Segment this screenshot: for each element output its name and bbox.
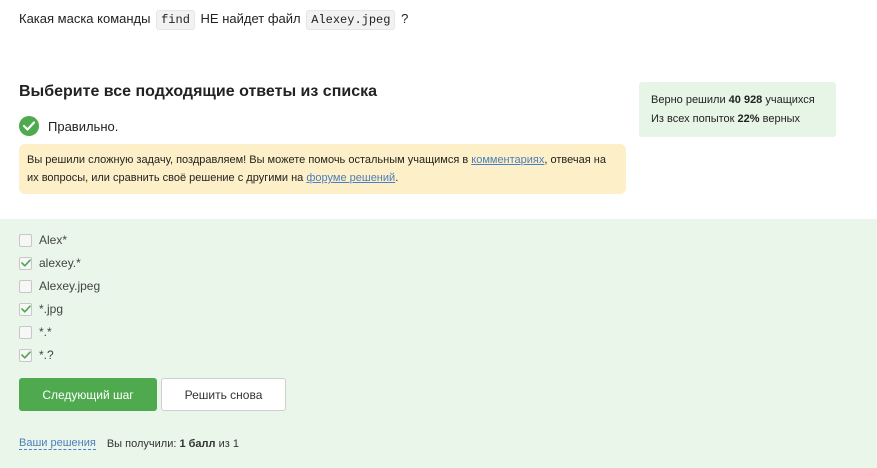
next-step-button[interactable]: Следующий шаг: [19, 378, 157, 411]
option-label: *.jpg: [39, 302, 64, 316]
stats-solved-suffix: учащихся: [765, 94, 815, 106]
verdict-text: Правильно.: [48, 118, 119, 134]
option-row[interactable]: *.*: [19, 324, 52, 340]
option-checkbox[interactable]: [19, 256, 32, 270]
checkmark-icon: [20, 259, 31, 267]
verdict: Правильно.: [19, 116, 118, 136]
stats-solved: Верно решили 40 928 учащихся: [651, 91, 824, 110]
score-value: 1 балл: [179, 437, 216, 450]
solutions-forum-link[interactable]: форуме решений: [306, 172, 395, 184]
option-checkbox[interactable]: [19, 279, 32, 293]
your-solutions-link[interactable]: Ваши решения: [19, 437, 96, 450]
score-suffix: из 1: [218, 437, 239, 450]
notice-text-3: .: [395, 172, 399, 184]
stats-solved-prefix: Верно решили: [651, 94, 726, 106]
option-label: *.?: [39, 348, 54, 362]
option-checkbox[interactable]: [19, 233, 32, 247]
option-row[interactable]: *.jpg: [19, 301, 63, 317]
stats-attempts: Из всех попыток 22% верных: [651, 110, 824, 129]
task-heading: Выберите все подходящие ответы из списка: [19, 83, 377, 100]
command-code: find: [156, 10, 195, 30]
stats-box: Верно решили 40 928 учащихся Из всех поп…: [639, 82, 836, 137]
question-middle: НЕ найдет файл: [200, 11, 301, 26]
option-label: Alexey.jpeg: [39, 279, 101, 293]
comments-link[interactable]: комментариях: [471, 154, 544, 166]
option-row[interactable]: *.?: [19, 347, 54, 363]
option-checkbox[interactable]: [19, 302, 32, 316]
checkmark-icon: [20, 305, 31, 313]
question-text: Какая маска команды find НЕ найдет файл …: [19, 10, 409, 30]
stats-attempts-prefix: Из всех попыток: [651, 113, 735, 125]
solve-again-button[interactable]: Решить снова: [161, 378, 286, 411]
filename-code: Alexey.jpeg: [306, 10, 396, 30]
question-prefix: Какая маска команды: [19, 11, 151, 26]
score-prefix: Вы получили:: [106, 437, 177, 450]
options-panel: [0, 219, 877, 468]
stats-attempts-suffix: верных: [762, 113, 801, 125]
option-checkbox[interactable]: [19, 325, 32, 339]
success-notice: Вы решили сложную задачу, поздравляем! В…: [19, 144, 626, 194]
option-label: Alex*: [39, 233, 68, 247]
option-checkbox[interactable]: [19, 348, 32, 362]
footer: Ваши решения Вы получили: 1 балл из 1: [19, 437, 239, 450]
stats-solved-count: 40 928: [728, 94, 763, 106]
checkmark-icon: [20, 351, 31, 359]
option-label: *.*: [39, 325, 52, 339]
option-row[interactable]: alexey.*: [19, 255, 81, 271]
check-circle-icon: [19, 116, 39, 136]
question-suffix: ?: [401, 11, 409, 26]
option-row[interactable]: Alexey.jpeg: [19, 278, 100, 294]
option-row[interactable]: Alex*: [19, 232, 67, 248]
option-label: alexey.*: [39, 256, 81, 270]
stats-attempts-percent: 22%: [737, 113, 760, 125]
notice-text-1: Вы решили сложную задачу, поздравляем! В…: [27, 154, 472, 166]
